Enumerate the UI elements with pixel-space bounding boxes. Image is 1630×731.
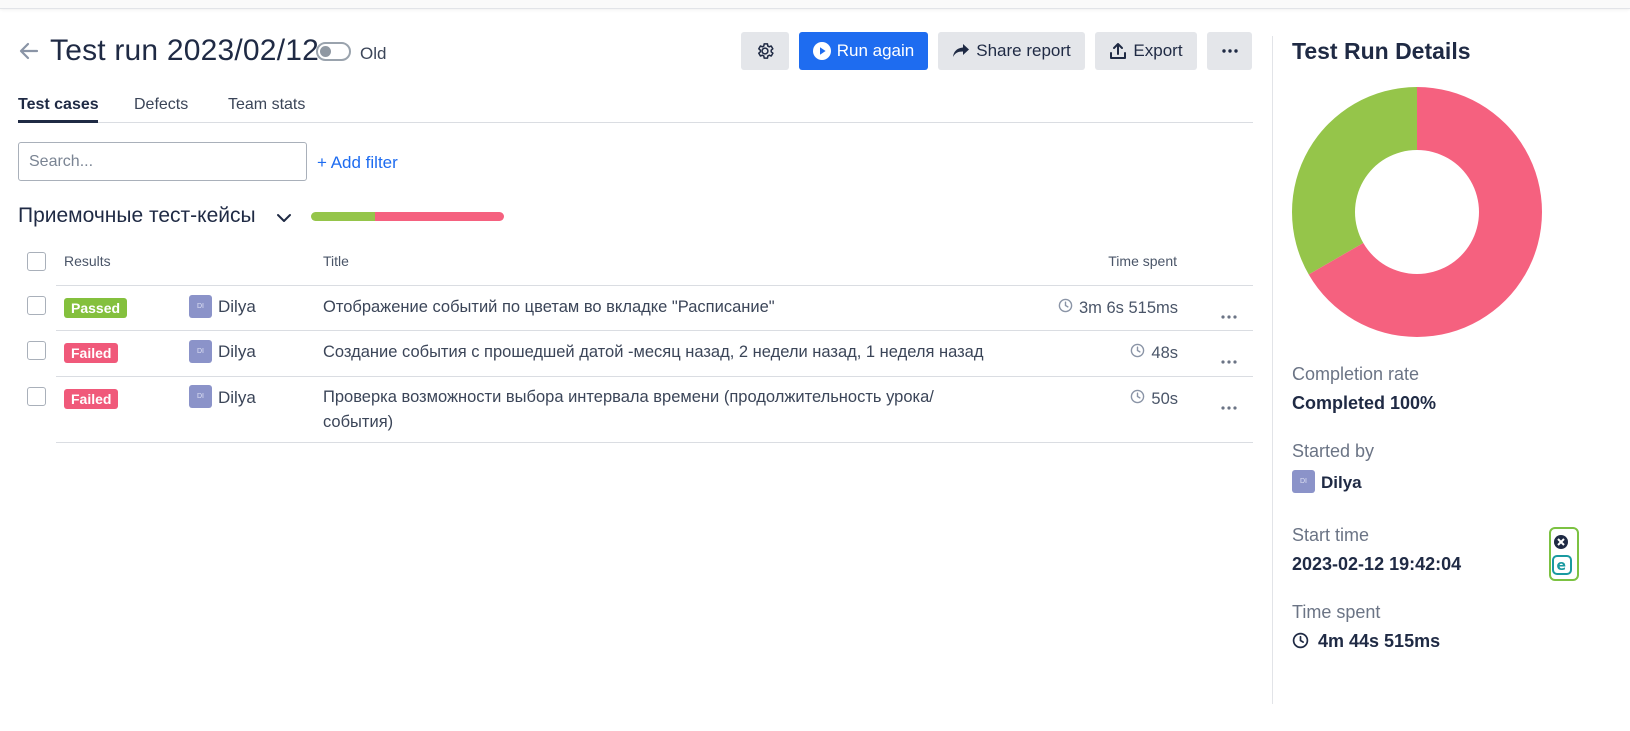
time-value: 48s [1151,343,1178,362]
start-time-label: Start time [1292,525,1370,545]
case-title[interactable]: Отображение событий по цветам во вкладке… [323,295,1003,320]
clock-icon [1058,298,1073,318]
row-checkbox[interactable] [27,341,46,360]
time-spent-value: 4m 44s 515ms [1318,631,1441,651]
avatar: DI [189,385,212,408]
details-title: Test Run Details [1292,38,1471,64]
case-title[interactable]: Создание события с прошедшей датой -меся… [323,340,1003,365]
export-button[interactable]: Export [1095,32,1197,70]
time-column-header: Time spent [1108,253,1177,269]
share-arrow-icon [952,43,970,59]
toggle-knob [320,46,331,57]
suite-progress-failed [375,212,504,221]
assignee-name: Dilya [218,297,256,316]
start-time-value: 2023-02-12 19:42:04 [1292,554,1462,574]
tab-team-stats[interactable]: Team stats [228,96,305,114]
row-checkbox[interactable] [27,296,46,315]
tab-bar: Test cases Defects Team stats [18,94,1253,123]
status-badge: Failed [64,389,119,409]
avatar: DI [189,340,212,363]
suite-progress-bar [311,212,504,221]
browser-extension-widget[interactable]: e [1549,527,1579,581]
clock-icon [1292,632,1309,654]
table-row[interactable]: Failed DI Dilya Создание события с проше… [18,331,1253,377]
table-row[interactable]: Failed DI Dilya Проверка возможности выб… [18,377,1253,443]
row-more-icon[interactable] [1221,306,1239,319]
completion-rate-value: Completed 100% [1292,393,1437,413]
tab-defects[interactable]: Defects [134,96,188,114]
old-view-toggle[interactable] [316,42,351,61]
share-report-button[interactable]: Share report [938,32,1085,70]
case-title[interactable]: Проверка возможности выбора интервала вр… [323,385,973,435]
donut-slice-passed[interactable] [1292,87,1417,275]
status-badge: Passed [64,298,128,318]
search-input[interactable] [18,142,307,181]
title-column-header: Title [323,253,349,269]
run-again-label: Run again [836,41,915,60]
panel-divider [1272,36,1273,704]
results-donut-chart [1292,87,1542,337]
back-arrow-icon[interactable] [18,40,40,62]
row-divider [56,442,1253,443]
avatar: DI [189,295,212,318]
time-value: 3m 6s 515ms [1078,298,1178,317]
share-report-label: Share report [976,41,1071,60]
time-spent-label: Time spent [1292,602,1381,622]
page-title: Test run 2023/02/12 [50,34,319,67]
row-more-icon[interactable] [1221,397,1239,410]
browser-top-edge [0,0,1630,9]
time-value: 50s [1151,389,1178,408]
suite-progress-passed [311,212,376,221]
add-filter-link[interactable]: + Add filter [317,153,398,173]
results-column-header: Results [64,253,111,269]
time-spent: 3m 6s 515ms [1058,298,1178,318]
table-header: Results Title Time spent [18,245,1253,285]
assignee-name: Dilya [218,388,256,407]
clock-icon [1130,343,1145,363]
clock-icon [1130,389,1145,409]
tab-test-cases[interactable]: Test cases [18,96,99,114]
run-again-button[interactable]: Run again [799,32,928,70]
row-more-icon[interactable] [1221,351,1239,364]
ellipsis-icon [1221,49,1238,53]
extension-icon: e [1552,535,1572,575]
active-tab-indicator [18,120,98,123]
export-label: Export [1133,41,1183,60]
started-by-user: Dilya [1321,473,1362,492]
chevron-down-icon[interactable] [276,211,292,223]
status-badge: Failed [64,343,119,363]
table-row[interactable]: Passed DI Dilya Отображение событий по ц… [18,286,1253,331]
row-checkbox[interactable] [27,387,46,406]
time-spent: 48s [1130,343,1178,363]
upload-icon [1109,42,1127,60]
settings-button[interactable] [741,32,789,70]
suite-title[interactable]: Приемочные тест-кейсы [18,204,256,228]
completion-rate-label: Completion rate [1292,364,1420,384]
gear-icon [755,41,775,61]
more-actions-button[interactable] [1207,32,1252,70]
play-circle-icon [812,42,831,60]
started-by-label: Started by [1292,441,1375,461]
assignee-name: Dilya [218,342,256,361]
select-all-checkbox[interactable] [27,252,46,271]
avatar: DI [1292,470,1315,493]
svg-text:e: e [1557,558,1567,574]
time-spent: 50s [1130,389,1178,409]
toggle-label: Old [360,44,387,63]
